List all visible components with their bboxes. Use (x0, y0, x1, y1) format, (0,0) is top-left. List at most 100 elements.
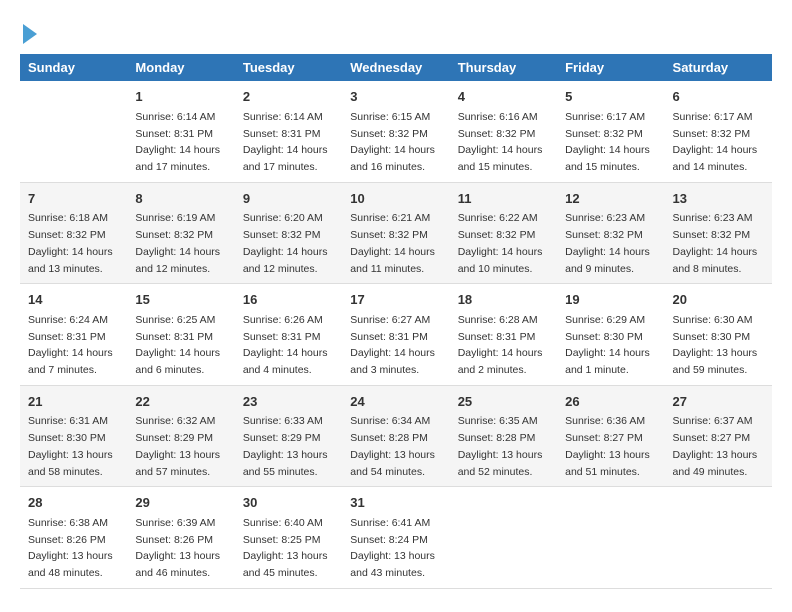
day-cell: 1 Sunrise: 6:14 AMSunset: 8:31 PMDayligh… (127, 81, 234, 182)
day-cell: 6 Sunrise: 6:17 AMSunset: 8:32 PMDayligh… (665, 81, 772, 182)
day-cell: 29 Sunrise: 6:39 AMSunset: 8:26 PMDaylig… (127, 487, 234, 589)
sunrise-text: Sunrise: 6:22 AMSunset: 8:32 PMDaylight:… (458, 212, 543, 274)
day-number: 2 (243, 87, 334, 107)
day-cell: 10 Sunrise: 6:21 AMSunset: 8:32 PMDaylig… (342, 182, 449, 284)
sunrise-text: Sunrise: 6:34 AMSunset: 8:28 PMDaylight:… (350, 415, 435, 477)
day-number: 10 (350, 189, 441, 209)
day-cell: 30 Sunrise: 6:40 AMSunset: 8:25 PMDaylig… (235, 487, 342, 589)
day-cell: 4 Sunrise: 6:16 AMSunset: 8:32 PMDayligh… (450, 81, 557, 182)
sunrise-text: Sunrise: 6:33 AMSunset: 8:29 PMDaylight:… (243, 415, 328, 477)
day-cell: 8 Sunrise: 6:19 AMSunset: 8:32 PMDayligh… (127, 182, 234, 284)
sunrise-text: Sunrise: 6:16 AMSunset: 8:32 PMDaylight:… (458, 111, 543, 173)
week-row-2: 7 Sunrise: 6:18 AMSunset: 8:32 PMDayligh… (20, 182, 772, 284)
column-header-friday: Friday (557, 54, 664, 81)
day-cell: 20 Sunrise: 6:30 AMSunset: 8:30 PMDaylig… (665, 284, 772, 386)
column-header-wednesday: Wednesday (342, 54, 449, 81)
day-cell: 28 Sunrise: 6:38 AMSunset: 8:26 PMDaylig… (20, 487, 127, 589)
week-row-1: 1 Sunrise: 6:14 AMSunset: 8:31 PMDayligh… (20, 81, 772, 182)
day-cell: 26 Sunrise: 6:36 AMSunset: 8:27 PMDaylig… (557, 385, 664, 487)
sunrise-text: Sunrise: 6:41 AMSunset: 8:24 PMDaylight:… (350, 517, 435, 579)
calendar-table: SundayMondayTuesdayWednesdayThursdayFrid… (20, 54, 772, 589)
day-cell: 27 Sunrise: 6:37 AMSunset: 8:27 PMDaylig… (665, 385, 772, 487)
day-cell: 11 Sunrise: 6:22 AMSunset: 8:32 PMDaylig… (450, 182, 557, 284)
calendar-header-row: SundayMondayTuesdayWednesdayThursdayFrid… (20, 54, 772, 81)
day-cell (665, 487, 772, 589)
sunrise-text: Sunrise: 6:24 AMSunset: 8:31 PMDaylight:… (28, 314, 113, 376)
day-number: 11 (458, 189, 549, 209)
day-number: 26 (565, 392, 656, 412)
day-number: 9 (243, 189, 334, 209)
sunrise-text: Sunrise: 6:17 AMSunset: 8:32 PMDaylight:… (565, 111, 650, 173)
day-cell: 31 Sunrise: 6:41 AMSunset: 8:24 PMDaylig… (342, 487, 449, 589)
column-header-tuesday: Tuesday (235, 54, 342, 81)
day-cell: 21 Sunrise: 6:31 AMSunset: 8:30 PMDaylig… (20, 385, 127, 487)
day-number: 21 (28, 392, 119, 412)
day-number: 17 (350, 290, 441, 310)
day-cell: 15 Sunrise: 6:25 AMSunset: 8:31 PMDaylig… (127, 284, 234, 386)
day-number: 20 (673, 290, 764, 310)
day-number: 4 (458, 87, 549, 107)
day-cell: 17 Sunrise: 6:27 AMSunset: 8:31 PMDaylig… (342, 284, 449, 386)
day-number: 25 (458, 392, 549, 412)
day-cell (450, 487, 557, 589)
sunrise-text: Sunrise: 6:19 AMSunset: 8:32 PMDaylight:… (135, 212, 220, 274)
day-number: 19 (565, 290, 656, 310)
sunrise-text: Sunrise: 6:40 AMSunset: 8:25 PMDaylight:… (243, 517, 328, 579)
logo-arrow-icon (23, 24, 37, 44)
day-cell: 18 Sunrise: 6:28 AMSunset: 8:31 PMDaylig… (450, 284, 557, 386)
sunrise-text: Sunrise: 6:17 AMSunset: 8:32 PMDaylight:… (673, 111, 758, 173)
sunrise-text: Sunrise: 6:14 AMSunset: 8:31 PMDaylight:… (135, 111, 220, 173)
sunrise-text: Sunrise: 6:23 AMSunset: 8:32 PMDaylight:… (673, 212, 758, 274)
day-cell: 5 Sunrise: 6:17 AMSunset: 8:32 PMDayligh… (557, 81, 664, 182)
day-number: 12 (565, 189, 656, 209)
sunrise-text: Sunrise: 6:14 AMSunset: 8:31 PMDaylight:… (243, 111, 328, 173)
sunrise-text: Sunrise: 6:29 AMSunset: 8:30 PMDaylight:… (565, 314, 650, 376)
sunrise-text: Sunrise: 6:30 AMSunset: 8:30 PMDaylight:… (673, 314, 758, 376)
day-number: 29 (135, 493, 226, 513)
sunrise-text: Sunrise: 6:20 AMSunset: 8:32 PMDaylight:… (243, 212, 328, 274)
day-number: 7 (28, 189, 119, 209)
day-number: 31 (350, 493, 441, 513)
day-number: 23 (243, 392, 334, 412)
day-number: 27 (673, 392, 764, 412)
sunrise-text: Sunrise: 6:26 AMSunset: 8:31 PMDaylight:… (243, 314, 328, 376)
day-cell: 13 Sunrise: 6:23 AMSunset: 8:32 PMDaylig… (665, 182, 772, 284)
column-header-monday: Monday (127, 54, 234, 81)
sunrise-text: Sunrise: 6:18 AMSunset: 8:32 PMDaylight:… (28, 212, 113, 274)
day-number: 13 (673, 189, 764, 209)
day-cell: 23 Sunrise: 6:33 AMSunset: 8:29 PMDaylig… (235, 385, 342, 487)
logo (20, 20, 37, 44)
week-row-5: 28 Sunrise: 6:38 AMSunset: 8:26 PMDaylig… (20, 487, 772, 589)
sunrise-text: Sunrise: 6:37 AMSunset: 8:27 PMDaylight:… (673, 415, 758, 477)
week-row-3: 14 Sunrise: 6:24 AMSunset: 8:31 PMDaylig… (20, 284, 772, 386)
sunrise-text: Sunrise: 6:36 AMSunset: 8:27 PMDaylight:… (565, 415, 650, 477)
sunrise-text: Sunrise: 6:39 AMSunset: 8:26 PMDaylight:… (135, 517, 220, 579)
week-row-4: 21 Sunrise: 6:31 AMSunset: 8:30 PMDaylig… (20, 385, 772, 487)
day-cell: 2 Sunrise: 6:14 AMSunset: 8:31 PMDayligh… (235, 81, 342, 182)
day-cell: 25 Sunrise: 6:35 AMSunset: 8:28 PMDaylig… (450, 385, 557, 487)
column-header-thursday: Thursday (450, 54, 557, 81)
sunrise-text: Sunrise: 6:28 AMSunset: 8:31 PMDaylight:… (458, 314, 543, 376)
sunrise-text: Sunrise: 6:21 AMSunset: 8:32 PMDaylight:… (350, 212, 435, 274)
day-cell: 9 Sunrise: 6:20 AMSunset: 8:32 PMDayligh… (235, 182, 342, 284)
day-cell: 24 Sunrise: 6:34 AMSunset: 8:28 PMDaylig… (342, 385, 449, 487)
day-number: 30 (243, 493, 334, 513)
day-cell: 3 Sunrise: 6:15 AMSunset: 8:32 PMDayligh… (342, 81, 449, 182)
sunrise-text: Sunrise: 6:32 AMSunset: 8:29 PMDaylight:… (135, 415, 220, 477)
sunrise-text: Sunrise: 6:23 AMSunset: 8:32 PMDaylight:… (565, 212, 650, 274)
day-number: 3 (350, 87, 441, 107)
sunrise-text: Sunrise: 6:15 AMSunset: 8:32 PMDaylight:… (350, 111, 435, 173)
sunrise-text: Sunrise: 6:38 AMSunset: 8:26 PMDaylight:… (28, 517, 113, 579)
day-number: 8 (135, 189, 226, 209)
day-number: 16 (243, 290, 334, 310)
day-cell: 12 Sunrise: 6:23 AMSunset: 8:32 PMDaylig… (557, 182, 664, 284)
sunrise-text: Sunrise: 6:27 AMSunset: 8:31 PMDaylight:… (350, 314, 435, 376)
sunrise-text: Sunrise: 6:31 AMSunset: 8:30 PMDaylight:… (28, 415, 113, 477)
day-cell: 7 Sunrise: 6:18 AMSunset: 8:32 PMDayligh… (20, 182, 127, 284)
page-header (20, 20, 772, 44)
day-number: 14 (28, 290, 119, 310)
day-cell: 22 Sunrise: 6:32 AMSunset: 8:29 PMDaylig… (127, 385, 234, 487)
day-cell (20, 81, 127, 182)
day-cell: 16 Sunrise: 6:26 AMSunset: 8:31 PMDaylig… (235, 284, 342, 386)
day-number: 18 (458, 290, 549, 310)
